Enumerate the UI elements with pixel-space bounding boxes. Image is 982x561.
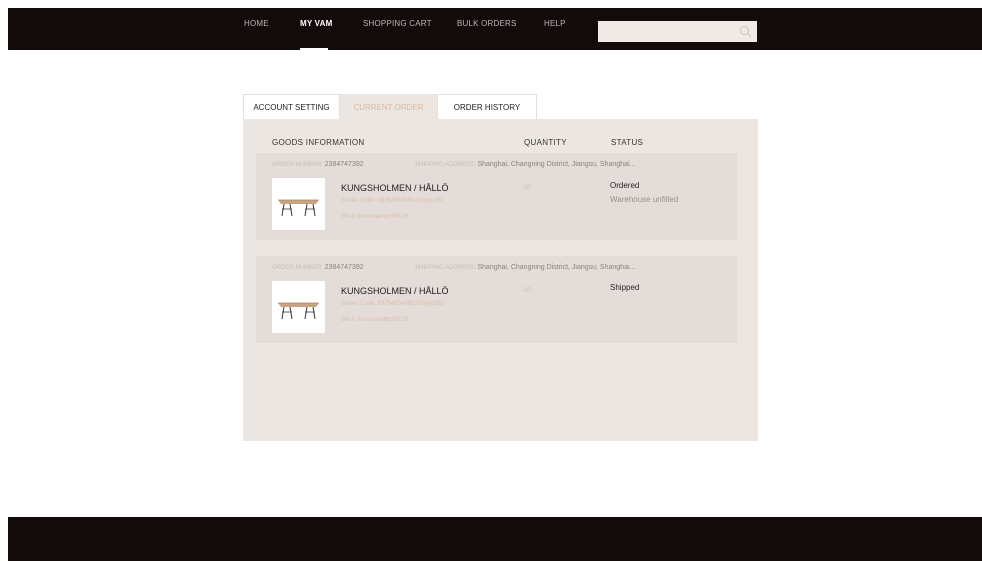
active-nav-indicator bbox=[300, 48, 328, 50]
stores-code: Stores Code: 9375465459d267yyb262 bbox=[341, 198, 444, 204]
table-product-image bbox=[278, 199, 319, 217]
shipping-address-value: Shanghai, Changning District, Jiangsu, S… bbox=[477, 161, 636, 168]
order-number-label: ORDER NUMBER: bbox=[272, 162, 324, 168]
tab-order-history[interactable]: ORDER HISTORY bbox=[437, 94, 537, 119]
shipping-address-label: SHIPPING ADDRESS: bbox=[415, 265, 476, 271]
order-quantity: 10 bbox=[523, 287, 531, 294]
search-input[interactable] bbox=[598, 21, 757, 42]
product-name[interactable]: KUNGSHOLMEN / HÅLLÖ bbox=[341, 183, 449, 193]
order-number-label: ORDER NUMBER: bbox=[272, 265, 324, 271]
product-thumbnail[interactable] bbox=[272, 178, 325, 230]
nav-my-vam[interactable]: MY VAM bbox=[300, 19, 332, 28]
search-icon[interactable] bbox=[739, 25, 752, 38]
nav-bulk-orders[interactable]: BULK ORDERS bbox=[457, 19, 517, 28]
order-quantity: 10 bbox=[523, 184, 531, 191]
tab-account-setting[interactable]: ACCOUNT SETTING bbox=[243, 94, 340, 119]
shipping-address-label: SHIPPING ADDRESS: bbox=[415, 162, 476, 168]
top-nav-bar bbox=[8, 8, 982, 50]
order-card: ORDER NUMBER: 2384747392 SHIPPING ADDRES… bbox=[256, 153, 737, 240]
order-number: ORDER NUMBER: 2384747392 bbox=[272, 264, 364, 271]
order-number-value: 2384747392 bbox=[324, 264, 364, 271]
order-number: ORDER NUMBER: 2384747392 bbox=[272, 161, 364, 168]
header-goods-information: GOODS INFORMATION bbox=[272, 138, 365, 147]
order-card: ORDER NUMBER: 2384747392 SHIPPING ADDRES… bbox=[256, 256, 737, 343]
nav-home[interactable]: HOME bbox=[244, 19, 269, 28]
tab-current-order[interactable]: CURRENT ORDER bbox=[340, 94, 437, 119]
order-status: Shipped bbox=[610, 283, 640, 292]
footer-bar bbox=[8, 517, 982, 561]
product-thumbnail[interactable] bbox=[272, 281, 325, 333]
nav-shopping-cart[interactable]: SHOPPING CART bbox=[363, 19, 432, 28]
order-status: Ordered bbox=[610, 181, 640, 190]
header-status: STATUS bbox=[611, 138, 644, 147]
product-name[interactable]: KUNGSHOLMEN / HÅLLÖ bbox=[341, 286, 449, 296]
shipping-address: SHIPPING ADDRESS: Shanghai, Changning Di… bbox=[415, 264, 635, 271]
sku-code: SKU: dsincvaanbci90129 bbox=[341, 214, 409, 220]
table-product-image bbox=[278, 302, 319, 320]
shipping-address: SHIPPING ADDRESS: Shanghai, Changning Di… bbox=[415, 161, 635, 168]
order-status-detail: Warehouse unfilled bbox=[610, 195, 679, 204]
stores-code: Stores Code: 9375465459d267yyb262 bbox=[341, 301, 444, 307]
header-quantity: QUANTITY bbox=[524, 138, 567, 147]
nav-help[interactable]: HELP bbox=[544, 19, 566, 28]
shipping-address-value: Shanghai, Changning District, Jiangsu, S… bbox=[477, 264, 636, 271]
sku-code: SKU: dsincvaanbci90129 bbox=[341, 317, 409, 323]
order-number-value: 2384747392 bbox=[324, 161, 364, 168]
